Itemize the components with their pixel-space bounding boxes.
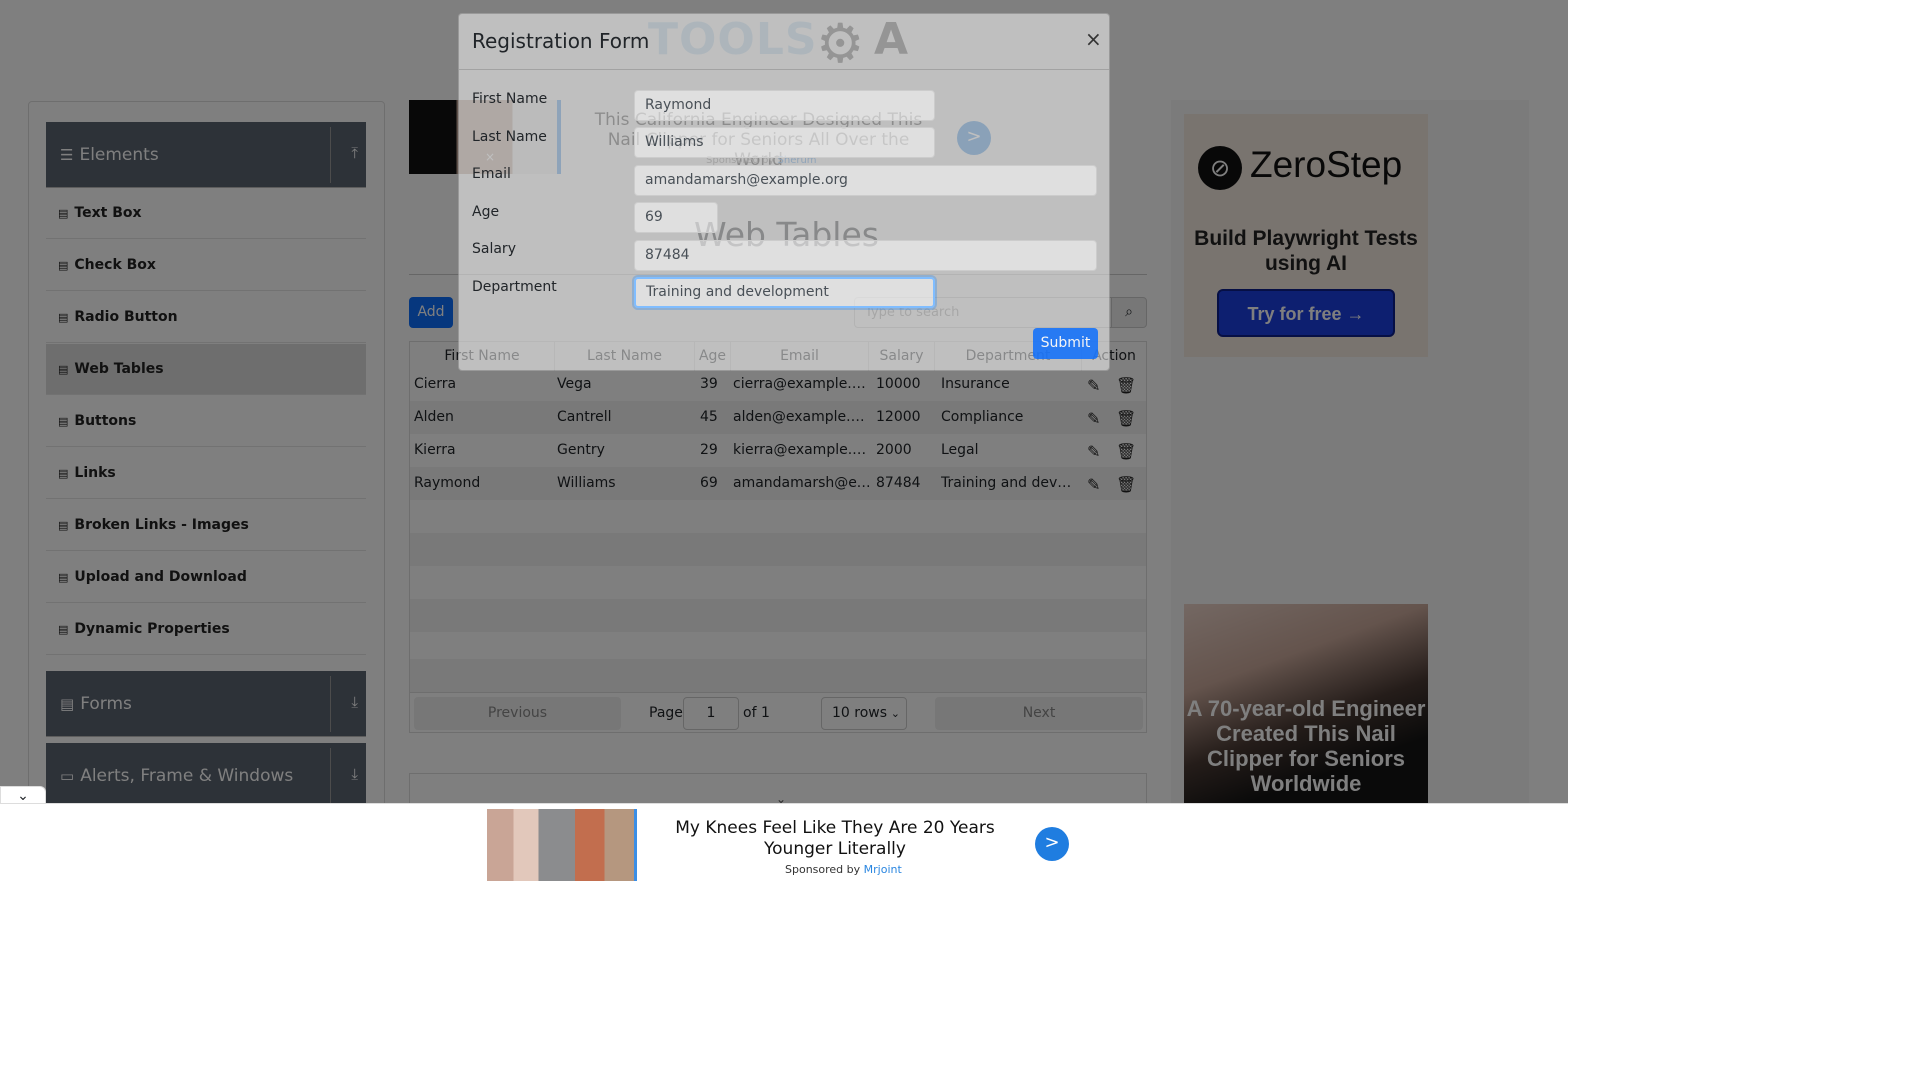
bottom-ad-banner[interactable]: My Knees Feel Like They Are 20 Years You… [0,803,1568,882]
bottom-ad-arrow-button[interactable]: > [1035,827,1069,861]
sponsor-name[interactable]: Mrjoint [864,863,902,876]
email-input[interactable]: amandamarsh@example.org [634,165,1097,196]
submit-button[interactable]: Submit [1033,328,1098,359]
modal-title: Registration Form [472,29,650,53]
registration-modal: Registration Form × First Name Raymond L… [458,13,1110,371]
sponsor-prefix: Sponsored by [785,863,861,876]
bottom-ad-sponsor: Sponsored by Mrjoint [785,863,902,876]
last-name-input[interactable]: Williams [634,127,935,158]
salary-label: Salary [472,241,516,257]
chevron-down-icon: ⌄ [17,788,29,804]
age-label: Age [472,204,500,220]
department-label: Department [472,279,557,295]
modal-header: Registration Form × [459,14,1109,70]
salary-input[interactable]: 87484 [634,240,1097,271]
bottom-ad-headline[interactable]: My Knees Feel Like They Are 20 Years You… [650,818,1020,860]
email-label: Email [472,166,511,182]
first-name-input[interactable]: Raymond [634,90,935,121]
close-icon[interactable]: × [1085,27,1102,51]
last-name-label: Last Name [472,129,547,145]
department-input[interactable]: Training and development [634,277,935,308]
ad-image[interactable] [487,809,637,881]
age-input[interactable]: 69 [634,202,718,233]
first-name-label: First Name [472,91,548,107]
